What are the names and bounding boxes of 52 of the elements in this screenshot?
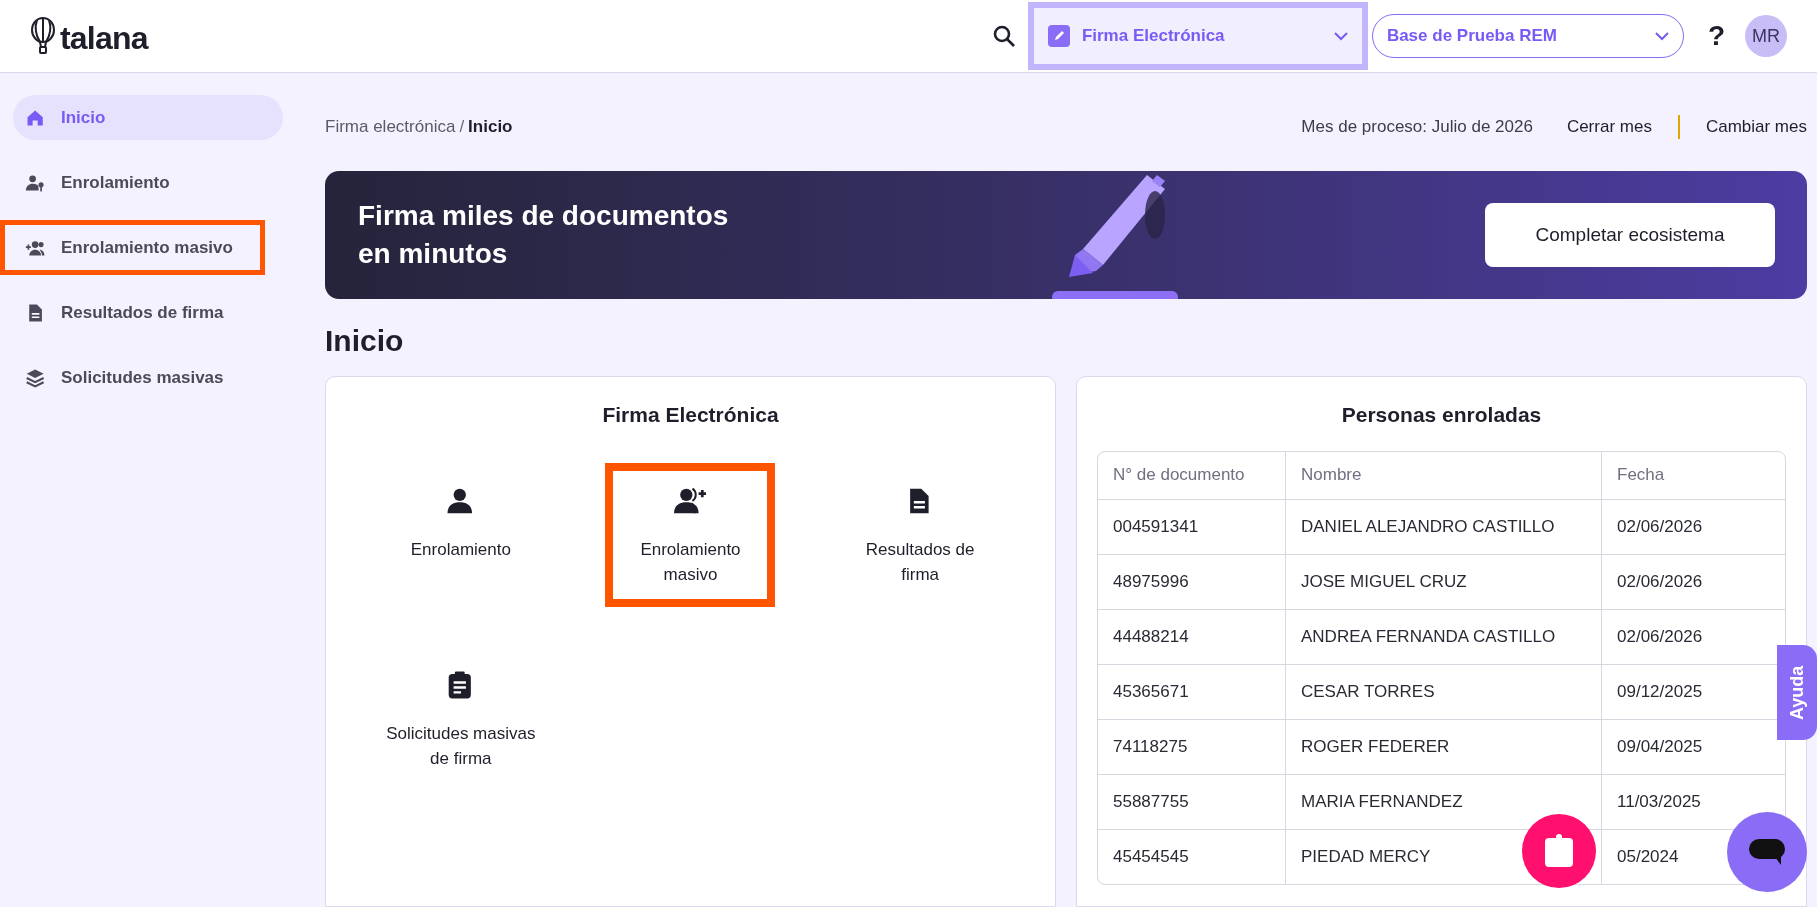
process-link[interactable]: Cambiar mes [1705,114,1807,140]
shortcut-label: Solicitudes masivas de firma [385,722,537,770]
sidebar-item[interactable]: Enrolamiento masivo [5,225,260,270]
banner-title: Firma miles de documentos en minutos [358,199,730,271]
clipboard-icon [1544,834,1574,868]
column-header: N° de documento [1112,464,1246,487]
company-select[interactable]: Base de Prueba REM [1371,14,1684,58]
card-title: Personas enroladas [1341,402,1542,428]
process-month: Mes de proceso: Julio de 2026 [1301,116,1533,139]
logo-text: talana [60,22,148,54]
pen-icon [1047,25,1070,47]
shortcut-tile[interactable]: Solicitudes masivas de firma [375,646,546,791]
table-cell: 55887755 [1098,773,1285,829]
table-cell: 44488214 [1098,608,1285,664]
avatar[interactable]: MR [1745,15,1787,57]
table-cell: ROGER FEDERER [1285,718,1601,774]
search-icon[interactable] [991,24,1016,48]
shortcut-tile[interactable]: Enrolamiento [375,462,546,607]
shortcut-tile[interactable]: Enrolamiento masivo [605,462,776,607]
process-link[interactable]: Cerrar mes [1566,114,1652,140]
table-cell: ANDREA FERNANDA CASTILLO [1285,608,1601,664]
card-title: Firma Electrónica [602,402,779,428]
chevron-down-icon [1654,31,1669,41]
help-tab[interactable]: Ayuda [1777,645,1817,740]
breadcrumb-link[interactable]: Firma electrónica [325,114,456,140]
column-header: Nombre [1285,451,1601,499]
shortcut-tile[interactable]: Resultados de firma [835,462,1006,607]
shortcut-label: Resultados de firma [864,538,976,586]
sidebar-item[interactable]: Inicio [13,95,283,140]
table-cell: 45365671 [1098,663,1285,719]
table-cell: CESAR TORRES [1285,663,1601,719]
help-icon[interactable]: ? [1707,15,1725,57]
completar-ecosistema-button[interactable]: Completar ecosistema [1485,203,1775,267]
table-cell: JOSE MIGUEL CRUZ [1285,553,1601,609]
sidebar-item[interactable]: Enrolamiento [13,160,283,205]
table-cell: 48975996 [1098,553,1285,609]
balloon-logo-icon [30,17,56,55]
shortcut-label: Enrolamiento [409,538,512,561]
table-cell: 004591341 [1098,498,1285,554]
page-title: Inicio [325,323,405,359]
table-cell: 02/06/2026 [1601,553,1785,609]
breadcrumb-separator: / [459,116,465,139]
table-cell: DANIEL ALEJANDRO CASTILLO [1285,498,1601,554]
column-header: Fecha [1601,451,1785,499]
breadcrumb-current: Inicio [468,116,513,139]
sidebar-item[interactable]: Resultados de firma [13,290,283,335]
table-cell: 45454545 [1098,828,1285,884]
table-cell: 74118275 [1098,718,1285,774]
table-cell: 02/06/2026 [1601,498,1785,554]
shortcut-label: Enrolamiento masivo [639,538,742,586]
sidebar-item[interactable]: Solicitudes masivas [13,355,283,400]
chevron-down-icon [1333,31,1348,41]
